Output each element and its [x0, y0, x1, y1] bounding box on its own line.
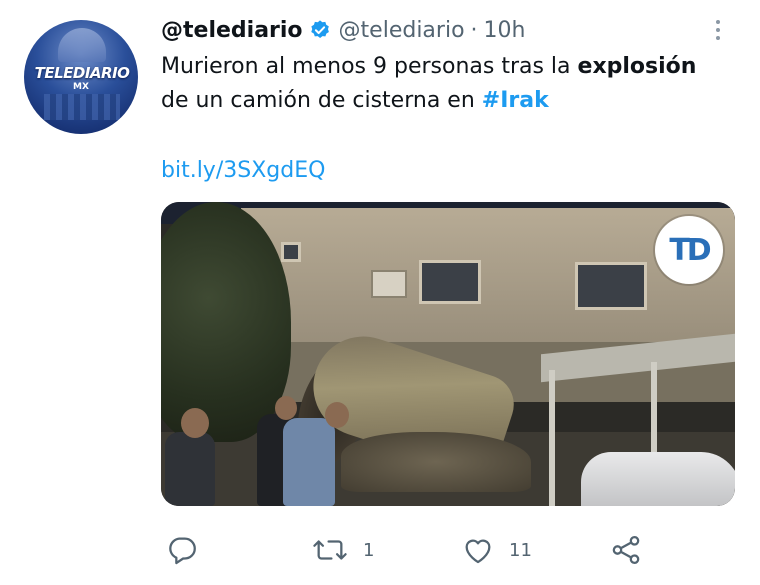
- heart-icon: [461, 533, 495, 567]
- reply-icon: [165, 533, 199, 567]
- hashtag-link[interactable]: #Irak: [482, 88, 549, 113]
- avatar-dome-graphic: [58, 28, 106, 62]
- tweet-text: Murieron al menos 9 personas tras la exp…: [161, 50, 751, 118]
- like-count: 11: [509, 539, 532, 561]
- tweet-text-part1: Murieron al menos 9 personas tras la: [161, 54, 578, 79]
- reply-button[interactable]: [165, 530, 213, 570]
- tweet-header: @telediario @telediario · 10h: [161, 14, 525, 46]
- photo-ac-unit: [371, 270, 407, 298]
- photo-person-head: [181, 408, 209, 438]
- display-name[interactable]: @telediario: [161, 18, 303, 43]
- handle[interactable]: @telediario: [339, 18, 465, 43]
- watermark-logo: TD: [655, 216, 723, 284]
- tweet-actions-bar: 1 11: [161, 530, 721, 570]
- profile-avatar[interactable]: TELEDIARIO MX: [24, 20, 138, 134]
- tweet-media-image[interactable]: TD: [161, 202, 735, 506]
- separator-dot: ·: [470, 17, 478, 43]
- photo-window: [575, 262, 647, 310]
- retweet-icon: [311, 533, 349, 567]
- photo-window: [281, 242, 301, 262]
- watermark-text: TD: [669, 232, 711, 268]
- avatar-sub-text: MX: [73, 82, 89, 92]
- verified-badge-icon: [309, 19, 331, 41]
- photo-person: [283, 418, 335, 506]
- retweet-button[interactable]: 1: [311, 530, 374, 570]
- avatar-logo-text: TELEDIARIO: [34, 64, 130, 82]
- tweet-text-bold: explosión: [577, 54, 697, 79]
- share-button[interactable]: [609, 530, 643, 570]
- photo-window: [419, 260, 481, 304]
- tweet-text-part2: de un camión de cisterna en: [161, 88, 482, 113]
- photo-person: [165, 432, 215, 506]
- share-icon: [609, 533, 643, 567]
- retweet-count: 1: [363, 539, 375, 561]
- more-options-icon[interactable]: [706, 14, 730, 46]
- photo-car: [581, 452, 735, 506]
- photo-person-head: [275, 396, 297, 420]
- timestamp[interactable]: 10h: [484, 18, 526, 43]
- tweet-url-link[interactable]: bit.ly/3SXgdEQ: [161, 155, 325, 187]
- avatar-building-graphic: [44, 94, 120, 120]
- like-button[interactable]: 11: [461, 530, 532, 570]
- photo-person-head: [325, 402, 349, 428]
- photo-post: [549, 370, 555, 506]
- photo-debris: [341, 432, 531, 492]
